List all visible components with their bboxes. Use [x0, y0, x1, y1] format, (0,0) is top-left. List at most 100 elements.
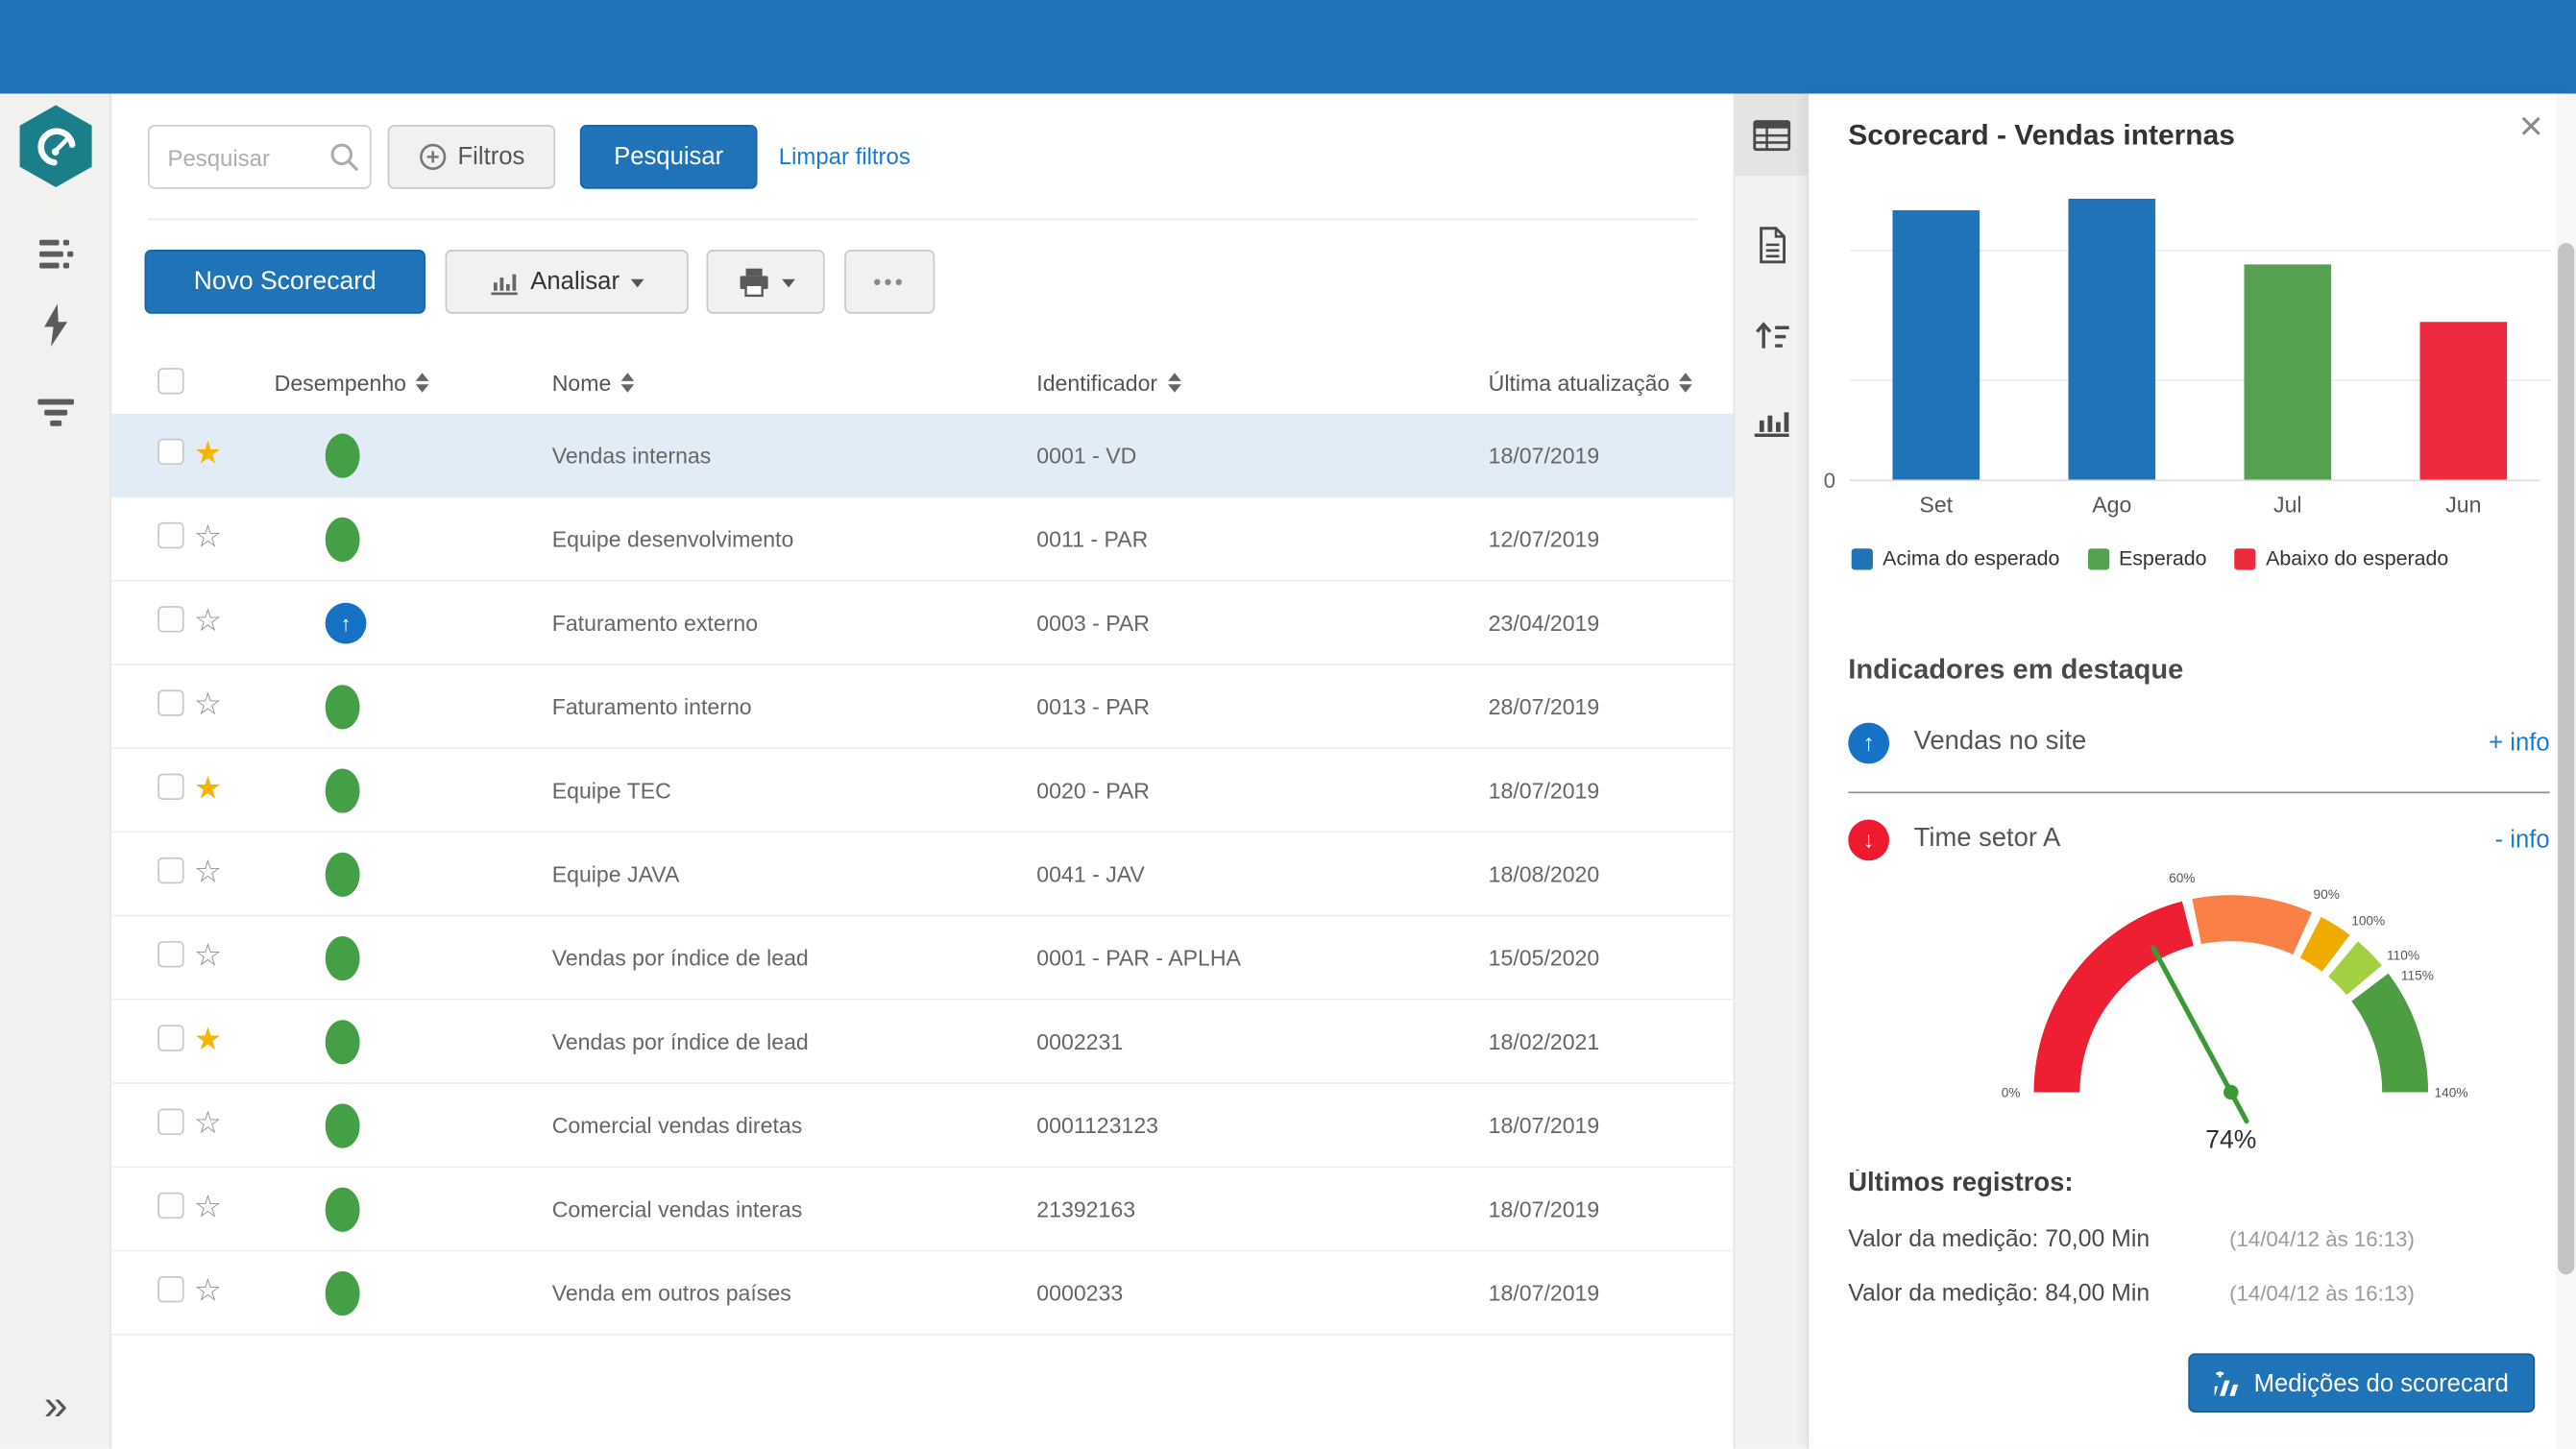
row-checkbox[interactable] [158, 521, 183, 547]
table-row[interactable]: ↑ Equipe JAVA 0041 - JAV 18/08/2020 [111, 833, 1733, 916]
table-row[interactable]: ↑ Faturamento interno 0013 - PAR 28/07/2… [111, 665, 1733, 749]
panel-view-toolbar [1734, 93, 1808, 1448]
performance-bar-chart: 0 SetAgoJulJun Acima do esperado Esperad… [1850, 181, 2540, 569]
analyze-button[interactable]: Analisar [446, 250, 689, 314]
x-tick-label: Set [1892, 493, 1980, 518]
indicator-divider [1848, 791, 2549, 793]
scorecard-identifier: 0002231 [1036, 1029, 1488, 1054]
row-checkbox[interactable] [158, 689, 183, 715]
star-icon[interactable] [194, 1107, 222, 1142]
view-document-button[interactable] [1735, 204, 1809, 286]
performance-status-indicator: ↑ [326, 602, 367, 643]
table-row[interactable]: ↑ Equipe desenvolvimento 0011 - PAR 12/0… [111, 497, 1733, 581]
indicator-info-link[interactable]: + info [2489, 729, 2550, 757]
performance-status-indicator: ↑ [326, 768, 360, 812]
star-icon[interactable] [194, 1191, 222, 1225]
header-desempenho[interactable]: Desempenho [266, 371, 552, 396]
row-checkbox[interactable] [158, 1024, 183, 1050]
scorecard-name: Equipe JAVA [552, 861, 1037, 886]
legend-swatch [2235, 547, 2256, 568]
header-identificador[interactable]: Identificador [1036, 371, 1488, 396]
list-icon [34, 236, 78, 273]
app-logo[interactable] [20, 105, 92, 187]
star-icon[interactable] [194, 772, 222, 807]
scorecard-identifier: 0001 - VD [1036, 443, 1488, 468]
table-row[interactable]: ↑ Comercial vendas interas 21392163 18/0… [111, 1168, 1733, 1251]
more-options-button[interactable]: ••• [844, 250, 935, 314]
bar [1892, 210, 1980, 480]
header-label: Identificador [1036, 371, 1157, 396]
view-ranking-button[interactable] [1735, 294, 1809, 376]
x-tick-label: Ago [2068, 493, 2155, 518]
sidebar-item-scorecard-list[interactable] [0, 229, 111, 278]
toolbar-divider [148, 218, 1697, 220]
bar [2068, 199, 2155, 479]
close-icon[interactable] [2519, 107, 2543, 148]
scorecard-name: Faturamento interno [552, 694, 1037, 719]
legend-item: Acima do esperado [1852, 547, 2060, 570]
legend-item: Esperado [2087, 547, 2206, 570]
header-label: Nome [552, 371, 612, 396]
header-ultima-atualizacao[interactable]: Última atualização [1489, 371, 1701, 396]
star-icon[interactable] [194, 437, 222, 471]
sidebar-expand-button[interactable] [0, 1383, 111, 1425]
scorecard-identifier: 0013 - PAR [1036, 694, 1488, 719]
star-icon[interactable] [194, 520, 222, 555]
scorecard-name: Equipe TEC [552, 778, 1037, 803]
performance-status-indicator: ↑ [326, 433, 360, 477]
table-row[interactable]: ↑ Venda em outros países 0000233 18/07/2… [111, 1251, 1733, 1335]
legend-swatch [2087, 547, 2108, 568]
search-button[interactable]: Pesquisar [580, 125, 758, 189]
indicator-info-link[interactable]: - info [2495, 826, 2550, 854]
table-row[interactable]: ↑ Faturamento externo 0003 - PAR 23/04/2… [111, 582, 1733, 665]
x-tick-label: Jun [2420, 493, 2508, 518]
row-checkbox[interactable] [158, 857, 183, 882]
scorecard-name: Equipe desenvolvimento [552, 526, 1037, 551]
clear-filters-link[interactable]: Limpar filtros [779, 143, 911, 169]
star-icon[interactable] [194, 1024, 222, 1058]
filter-icon [36, 397, 76, 427]
record-row: Valor da medição: 70,00 Min (14/04/12 às… [1848, 1227, 2554, 1253]
gauge-chart: 0%60%90%100%110%115%140%74% [1968, 846, 2493, 1176]
last-update-date: 18/02/2021 [1489, 1029, 1701, 1054]
row-checkbox[interactable] [158, 773, 183, 799]
new-scorecard-button[interactable]: Novo Scorecard [145, 250, 425, 314]
view-chart-button[interactable] [1735, 381, 1809, 464]
print-button[interactable] [706, 250, 824, 314]
star-icon[interactable] [194, 1274, 222, 1309]
performance-status-indicator: ↑ [326, 1187, 360, 1231]
table-row[interactable]: ↑ Vendas internas 0001 - VD 18/07/2019 [111, 414, 1733, 497]
scorecard-measurements-button[interactable]: Medições do scorecard [2188, 1353, 2535, 1413]
plus-circle-icon [418, 143, 446, 171]
record-value: Valor da medição: 70,00 Min [1848, 1227, 2229, 1253]
star-icon[interactable] [194, 604, 222, 639]
trend-down-icon [1848, 819, 1889, 860]
row-checkbox[interactable] [158, 438, 183, 464]
table-row[interactable]: ↑ Equipe TEC 0020 - PAR 18/07/2019 [111, 749, 1733, 833]
table-row[interactable]: ↑ Vendas por índice de lead 0002231 18/0… [111, 1001, 1733, 1084]
filters-button[interactable]: Filtros [388, 125, 555, 189]
row-checkbox[interactable] [158, 605, 183, 631]
scorecard-name: Comercial vendas diretas [552, 1113, 1037, 1138]
header-nome[interactable]: Nome [552, 371, 1037, 396]
view-table-button[interactable] [1735, 93, 1809, 176]
row-checkbox[interactable] [158, 1192, 183, 1218]
bar [2244, 264, 2331, 479]
sidebar-item-filter[interactable] [0, 388, 111, 437]
scorecard-identifier: 0000233 [1036, 1280, 1488, 1305]
select-all-checkbox[interactable] [158, 367, 183, 393]
sort-icon [621, 373, 635, 393]
sidebar-item-actions[interactable] [0, 301, 111, 350]
table-row[interactable]: ↑ Comercial vendas diretas 0001123123 18… [111, 1084, 1733, 1168]
star-icon[interactable] [194, 856, 222, 890]
star-icon[interactable] [194, 939, 222, 974]
row-checkbox[interactable] [158, 1275, 183, 1301]
svg-text:0%: 0% [2002, 1086, 2021, 1100]
star-icon[interactable] [194, 688, 222, 723]
legend-swatch [1852, 547, 1873, 568]
row-checkbox[interactable] [158, 1108, 183, 1134]
table-row[interactable]: ↑ Vendas por índice de lead 0001 - PAR -… [111, 916, 1733, 1000]
highlights-heading: Indicadores em destaque [1848, 654, 2183, 687]
row-checkbox[interactable] [158, 940, 183, 966]
scrollbar-thumb[interactable] [2558, 243, 2574, 1274]
